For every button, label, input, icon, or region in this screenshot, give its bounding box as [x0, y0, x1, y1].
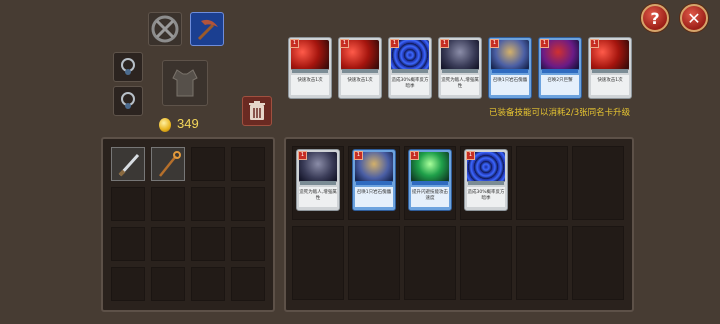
upgrade-hint: 已装备技能可以消耗2/3张同名卡升级	[489, 108, 631, 118]
card-ribbon	[300, 181, 336, 185]
help-button[interactable]: ?	[641, 4, 669, 32]
card-description: 造成30%概率反方暗季	[391, 75, 429, 95]
close-icon: ✕	[687, 8, 701, 28]
card-level-badge: 1	[590, 39, 599, 48]
skill-card[interactable]: 1 召唤1只岩石傀儡	[488, 37, 532, 99]
card-description: 快速攻击1次	[341, 75, 379, 95]
item-slot[interactable]	[231, 187, 265, 221]
item-slot[interactable]	[151, 187, 185, 221]
card-description: 召唤1只岩石傀儡	[355, 187, 393, 207]
pickaxe-icon	[197, 19, 218, 41]
item-slot[interactable]	[111, 147, 145, 181]
card-description: 造成30%概率反方暗季	[467, 187, 505, 207]
card-description: 召唤1只岩石傀儡	[491, 75, 529, 95]
skill-card[interactable]: 1 造成30%概率反方暗季	[388, 37, 432, 99]
card-level-badge: 1	[466, 151, 475, 160]
item-slot[interactable]	[111, 267, 145, 301]
card-level-badge: 1	[440, 39, 449, 48]
card-level-badge: 1	[298, 151, 307, 160]
close-button[interactable]: ✕	[680, 4, 708, 32]
card-ribbon	[592, 69, 628, 73]
card-description: 提升闪避技能攻击速度	[411, 187, 449, 207]
gold-coin-icon	[159, 118, 171, 132]
necklace-slot-1[interactable]	[113, 52, 143, 82]
trash-button[interactable]	[242, 96, 272, 126]
card-level-badge: 1	[540, 39, 549, 48]
card-slot[interactable]	[348, 226, 400, 300]
card-slot[interactable]	[404, 226, 456, 300]
crossed-swords-icon	[151, 15, 179, 43]
skill-card[interactable]: 1 造成30%概率反方暗季	[464, 149, 508, 211]
item-slot[interactable]	[191, 187, 225, 221]
card-slot[interactable]	[292, 226, 344, 300]
card-ribbon	[392, 69, 428, 73]
skill-card[interactable]: 1 快速攻击1次	[288, 37, 332, 99]
staff-icon	[159, 151, 181, 177]
item-slot[interactable]	[191, 147, 225, 181]
skill-card[interactable]: 1 快速攻击1次	[338, 37, 382, 99]
item-slot[interactable]	[111, 187, 145, 221]
item-slot[interactable]	[151, 267, 185, 301]
card-slot[interactable]	[516, 146, 568, 220]
card-ribbon	[292, 69, 328, 73]
trash-icon	[249, 101, 265, 120]
skill-card[interactable]: 1 造死为敌人,增强属性	[296, 149, 340, 211]
pickaxe-slot[interactable]	[190, 12, 224, 46]
sword-icon	[118, 153, 140, 177]
item-slot[interactable]	[191, 227, 225, 261]
weapon-slot[interactable]	[148, 12, 182, 46]
card-ribbon	[542, 69, 578, 73]
item-slot[interactable]	[231, 227, 265, 261]
card-level-badge: 1	[290, 39, 299, 48]
card-description: 造死为敌人,增强属性	[441, 75, 479, 95]
card-slot[interactable]	[572, 146, 624, 220]
item-slot[interactable]	[111, 227, 145, 261]
item-slot[interactable]	[231, 147, 265, 181]
card-description: 造死为敌人,增强属性	[299, 187, 337, 207]
card-slot[interactable]	[572, 226, 624, 300]
armor-icon	[172, 69, 198, 97]
gold-amount: 349	[177, 116, 199, 131]
item-slot[interactable]	[151, 147, 185, 181]
item-slot[interactable]	[231, 267, 265, 301]
card-description: 召唤2只巨蟹	[541, 75, 579, 95]
card-level-badge: 1	[340, 39, 349, 48]
armor-slot[interactable]	[162, 60, 208, 106]
skill-card[interactable]: 1 召唤2只巨蟹	[538, 37, 582, 99]
skill-card[interactable]: 1 召唤1只岩石傀儡	[352, 149, 396, 211]
card-slot[interactable]	[460, 226, 512, 300]
necklace-icon	[121, 92, 135, 109]
card-description: 快速攻击1次	[591, 75, 629, 95]
card-ribbon	[342, 69, 378, 73]
card-slot[interactable]	[516, 226, 568, 300]
skill-card[interactable]: 1 提升闪避技能攻击速度	[408, 149, 452, 211]
card-ribbon	[492, 69, 528, 73]
card-level-badge: 1	[390, 39, 399, 48]
necklace-icon	[121, 58, 135, 75]
item-slot[interactable]	[151, 227, 185, 261]
card-level-badge: 1	[410, 151, 419, 160]
card-description: 快速攻击1次	[291, 75, 329, 95]
card-ribbon	[442, 69, 478, 73]
card-ribbon	[412, 181, 448, 185]
item-slot[interactable]	[191, 267, 225, 301]
card-ribbon	[468, 181, 504, 185]
card-level-badge: 1	[490, 39, 499, 48]
card-level-badge: 1	[354, 151, 363, 160]
card-ribbon	[356, 181, 392, 185]
skill-card[interactable]: 1 快速攻击1次	[588, 37, 632, 99]
skill-card[interactable]: 1 造死为敌人,增强属性	[438, 37, 482, 99]
help-icon: ?	[650, 8, 660, 28]
necklace-slot-2[interactable]	[113, 86, 143, 116]
